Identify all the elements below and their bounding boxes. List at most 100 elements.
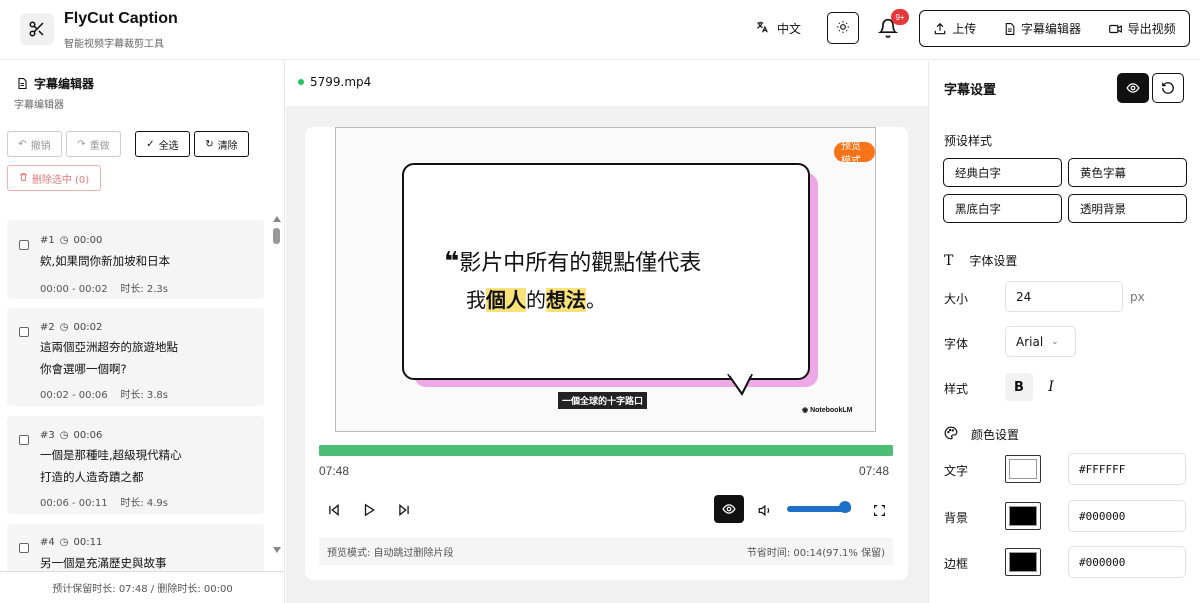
subtitle-settings-panel: 字幕设置 预设样式 经典白字 黄色字幕 黑底白字 透明背景 T 字体设置 大小 … bbox=[928, 61, 1200, 603]
subtitle-start-time: 00:11 bbox=[73, 537, 103, 548]
volume-button[interactable] bbox=[754, 497, 776, 523]
volume-icon bbox=[758, 504, 769, 516]
subtitle-line: 欸,如果問你新加坡和日本 bbox=[40, 254, 171, 268]
player-stage: ❝影片中所有的觀點僅代表 我個人的想法。 预览模式 一個全球的十字路口 ◉ No… bbox=[286, 106, 928, 603]
font-size-input[interactable]: 24 bbox=[1005, 281, 1123, 312]
delete-selected-label: 删除选中 (0) bbox=[31, 174, 90, 186]
upload-icon bbox=[935, 22, 946, 34]
upload-button[interactable]: 上传 bbox=[933, 20, 976, 37]
scissors-logo-icon bbox=[20, 13, 54, 45]
app-header: FlyCut Caption 智能视频字幕裁剪工具 中文 9+ 上传 字幕编辑器… bbox=[0, 0, 1200, 60]
subtitle-text[interactable]: 另一個是充滿歷史與故事 bbox=[40, 552, 167, 571]
background-color-swatch[interactable] bbox=[1005, 502, 1041, 530]
italic-toggle[interactable]: I bbox=[1037, 373, 1065, 401]
subtitle-index: #3 bbox=[40, 430, 55, 441]
subtitle-line: 另一個是充滿歷史與故事 bbox=[40, 556, 167, 570]
next-button[interactable] bbox=[393, 497, 415, 523]
text-color-input[interactable]: #FFFFFF bbox=[1068, 453, 1186, 485]
font-family-select[interactable]: Arial ⌄ bbox=[1005, 326, 1076, 357]
skip-forward-icon bbox=[399, 503, 409, 517]
subtitle-index: #4 bbox=[40, 537, 55, 548]
subtitle-meta: #1 ◷ 00:00 bbox=[40, 235, 102, 246]
subtitle-text[interactable]: 這兩個亞洲超夯的旅遊地點 你會選哪一個啊? bbox=[40, 336, 178, 380]
header-action-group: 上传 字幕编辑器 导出视频 bbox=[919, 10, 1190, 47]
subtitle-line: 你會選哪一個啊? bbox=[40, 362, 127, 376]
reset-settings-button[interactable] bbox=[1152, 73, 1184, 103]
eye-icon bbox=[722, 504, 736, 514]
app-title: FlyCut Caption bbox=[64, 10, 178, 27]
delete-selected-button[interactable]: 删除选中 (0) bbox=[7, 165, 101, 191]
subtitle-checkbox[interactable] bbox=[19, 327, 29, 337]
duration-summary: 预计保留时长: 07:48 / 删除时长: 00:00 bbox=[0, 571, 285, 603]
subtitle-item[interactable]: #4 ◷ 00:11 另一個是充滿歷史與故事 bbox=[7, 524, 264, 571]
color-section-title: 颜色设置 bbox=[944, 426, 1019, 443]
subtitle-editor-label: 字幕编辑器 bbox=[1020, 22, 1081, 36]
subtitle-index: #2 bbox=[40, 322, 55, 333]
player-card: ❝影片中所有的觀點僅代表 我個人的想法。 预览模式 一個全球的十字路口 ◉ No… bbox=[305, 127, 908, 580]
previous-button[interactable] bbox=[323, 497, 345, 523]
scroll-down-arrow-icon[interactable] bbox=[273, 547, 281, 553]
subtitle-item[interactable]: #2 ◷ 00:02 這兩個亞洲超夯的旅遊地點 你會選哪一個啊? 00:02 -… bbox=[7, 308, 264, 406]
subtitle-range: 00:02 - 00:06 bbox=[40, 390, 108, 401]
quote-highlight: 個人 bbox=[486, 288, 526, 312]
subtitle-checkbox[interactable] bbox=[19, 435, 29, 445]
size-unit: px bbox=[1130, 290, 1145, 304]
subtitle-text[interactable]: 欸,如果問你新加坡和日本 bbox=[40, 250, 170, 272]
subtitle-text[interactable]: 一個是那種哇,超級現代精心 打造的人造奇蹟之都 bbox=[40, 444, 182, 488]
subtitle-list-scrollbar[interactable] bbox=[272, 216, 282, 556]
select-all-button[interactable]: ✓ 全选 bbox=[135, 131, 190, 157]
watermark-text: NotebookLM bbox=[810, 407, 853, 414]
bold-toggle[interactable]: B bbox=[1005, 373, 1033, 401]
redo-icon: ↷ bbox=[77, 138, 86, 150]
clock-icon: ◷ bbox=[59, 430, 69, 441]
speech-bubble-tail bbox=[727, 374, 753, 396]
redo-button[interactable]: ↷ 重做 bbox=[66, 131, 121, 157]
clear-button[interactable]: ↻ 清除 bbox=[194, 131, 249, 157]
current-time: 07:48 bbox=[319, 464, 350, 478]
reset-icon bbox=[1162, 82, 1174, 94]
export-video-button[interactable]: 导出视频 bbox=[1108, 20, 1176, 37]
volume-slider-thumb[interactable] bbox=[838, 501, 851, 513]
video-quote-line1: ❝影片中所有的觀點僅代表 bbox=[444, 245, 701, 281]
status-dot bbox=[298, 79, 304, 85]
type-icon: T bbox=[944, 252, 954, 269]
preview-visibility-button[interactable] bbox=[1117, 73, 1149, 103]
video-preview[interactable]: ❝影片中所有的觀點僅代表 我個人的想法。 预览模式 一個全球的十字路口 ◉ No… bbox=[335, 127, 876, 432]
subtitle-start-time: 00:02 bbox=[73, 322, 103, 333]
subtitle-duration: 时长: 3.8s bbox=[120, 390, 168, 401]
scroll-up-arrow-icon[interactable] bbox=[273, 216, 281, 222]
subtitle-item[interactable]: #3 ◷ 00:06 一個是那種哇,超級現代精心 打造的人造奇蹟之都 00:06… bbox=[7, 416, 264, 514]
subtitle-meta: #4 ◷ 00:11 bbox=[40, 537, 102, 548]
scrollbar-thumb[interactable] bbox=[273, 228, 280, 244]
play-button[interactable] bbox=[358, 497, 380, 523]
quote-part: 我 bbox=[466, 288, 486, 312]
border-color-input[interactable]: #000000 bbox=[1068, 546, 1186, 578]
preview-toggle-button[interactable] bbox=[714, 495, 744, 523]
text-color-swatch[interactable] bbox=[1005, 455, 1041, 483]
quote-highlight: 想法 bbox=[546, 288, 586, 312]
subtitle-duration: 时长: 2.3s bbox=[120, 284, 168, 295]
preset-black-bg[interactable]: 黑底白字 bbox=[943, 194, 1062, 223]
subtitle-checkbox[interactable] bbox=[19, 240, 29, 250]
theme-toggle-button[interactable] bbox=[827, 12, 859, 44]
subtitle-start-time: 00:06 bbox=[73, 430, 103, 441]
subtitle-editor-button[interactable]: 字幕编辑器 bbox=[1003, 20, 1081, 37]
subtitle-checkbox[interactable] bbox=[19, 543, 29, 553]
fullscreen-button[interactable] bbox=[868, 497, 890, 523]
background-color-input[interactable]: #000000 bbox=[1068, 500, 1186, 532]
subtitle-timing: 00:06 - 00:11 时长: 4.9s bbox=[40, 494, 168, 509]
bg-color-label: 背景 bbox=[944, 511, 969, 525]
language-switcher[interactable]: 中文 bbox=[755, 20, 801, 37]
panel-title-text: 字幕编辑器 bbox=[34, 77, 95, 91]
undo-button[interactable]: ↶ 撤销 bbox=[7, 131, 62, 157]
clock-icon: ◷ bbox=[59, 537, 69, 548]
preset-transparent[interactable]: 透明背景 bbox=[1068, 194, 1187, 223]
document-icon bbox=[1005, 22, 1015, 35]
progress-bar[interactable] bbox=[319, 445, 893, 456]
subtitle-item[interactable]: #1 ◷ 00:00 欸,如果問你新加坡和日本 00:00 - 00:02 时长… bbox=[7, 220, 264, 299]
preset-classic-white[interactable]: 经典白字 bbox=[943, 158, 1062, 187]
trash-icon bbox=[19, 172, 28, 185]
preset-yellow[interactable]: 黄色字幕 bbox=[1068, 158, 1187, 187]
border-color-swatch[interactable] bbox=[1005, 548, 1041, 576]
app-subtitle: 智能视频字幕裁剪工具 bbox=[64, 39, 164, 50]
